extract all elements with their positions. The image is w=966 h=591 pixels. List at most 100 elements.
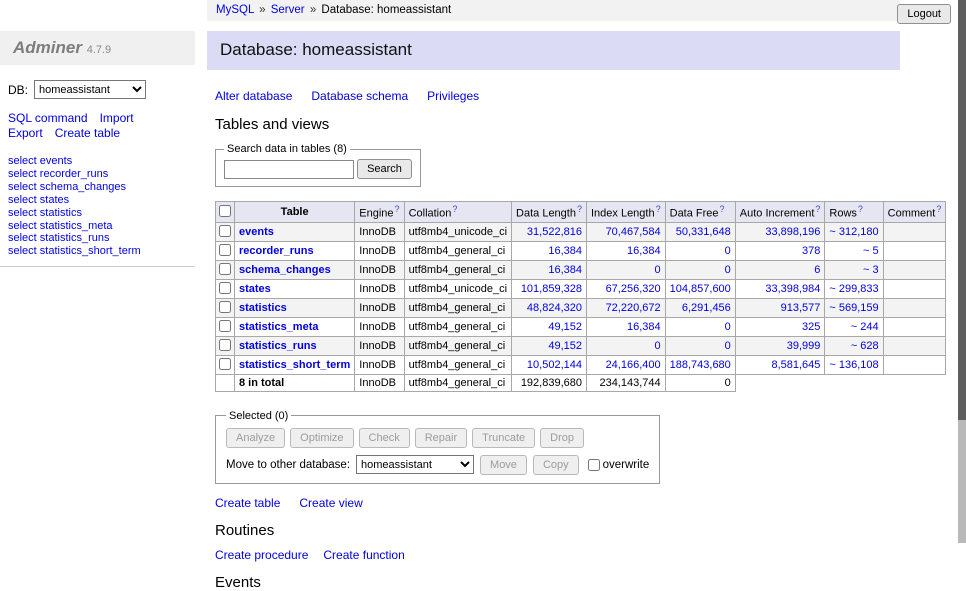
index-length-cell[interactable]: 24,166,400 xyxy=(586,355,665,374)
analyze-button[interactable]: Analyze xyxy=(226,428,285,448)
data-free-cell[interactable]: 0 xyxy=(665,260,735,279)
data-length-cell[interactable]: 31,522,816 xyxy=(512,222,587,241)
rows-count-cell[interactable]: ~ 244 xyxy=(825,317,883,336)
sidebar-select-statistics-runs[interactable]: select statistics_runs xyxy=(8,232,109,244)
drop-button[interactable]: Drop xyxy=(540,428,584,448)
rows-count-cell[interactable]: ~ 5 xyxy=(825,241,883,260)
data-free-cell[interactable]: 0 xyxy=(665,336,735,355)
data-length-cell[interactable]: 16,384 xyxy=(512,260,587,279)
help-icon[interactable]: ? xyxy=(858,204,863,214)
index-length-cell[interactable]: 72,220,672 xyxy=(586,298,665,317)
data-free-cell[interactable]: 188,743,680 xyxy=(665,355,735,374)
table-link[interactable]: statistics_meta xyxy=(239,321,319,333)
sidebar-select-recorder-runs[interactable]: select recorder_runs xyxy=(8,168,108,180)
help-icon[interactable]: ? xyxy=(720,204,725,214)
help-icon[interactable]: ? xyxy=(936,204,941,214)
help-icon[interactable]: ? xyxy=(395,204,400,214)
create-view-link[interactable]: Create view xyxy=(299,496,362,510)
index-length-cell[interactable]: 0 xyxy=(586,260,665,279)
scrollbar[interactable] xyxy=(958,0,966,543)
sidebar-select-statistics-meta[interactable]: select statistics_meta xyxy=(8,220,113,232)
auto-increment-cell[interactable]: 325 xyxy=(735,317,825,336)
privileges-link[interactable]: Privileges xyxy=(427,89,479,103)
rows-count-cell[interactable]: ~ 628 xyxy=(825,336,883,355)
search-button[interactable]: Search xyxy=(357,159,412,179)
auto-increment-cell[interactable]: 8,581,645 xyxy=(735,355,825,374)
auto-increment-cell[interactable]: 6 xyxy=(735,260,825,279)
sidebar-select-statistics[interactable]: select statistics xyxy=(8,207,82,219)
database-schema-link[interactable]: Database schema xyxy=(311,89,408,103)
index-length-cell[interactable]: 67,256,320 xyxy=(586,279,665,298)
data-length-cell[interactable]: 101,859,328 xyxy=(512,279,587,298)
sidebar-select-states[interactable]: select states xyxy=(8,194,69,206)
index-length-cell[interactable]: 0 xyxy=(586,336,665,355)
repair-button[interactable]: Repair xyxy=(415,428,467,448)
row-checkbox[interactable] xyxy=(219,358,231,370)
data-length-cell[interactable]: 16,384 xyxy=(512,241,587,260)
table-link[interactable]: statistics xyxy=(239,302,287,314)
import-link[interactable]: Import xyxy=(100,111,134,125)
data-free-cell[interactable]: 0 xyxy=(665,241,735,260)
create-function-link[interactable]: Create function xyxy=(323,548,404,562)
breadcrumb-mysql-link[interactable]: MySQL xyxy=(216,4,254,16)
data-free-cell[interactable]: 6,291,456 xyxy=(665,298,735,317)
help-icon[interactable]: ? xyxy=(452,204,457,214)
auto-increment-cell[interactable]: 33,898,196 xyxy=(735,222,825,241)
move-db-select[interactable]: homeassistant xyxy=(356,455,474,474)
overwrite-checkbox[interactable] xyxy=(588,459,600,471)
row-checkbox[interactable] xyxy=(219,320,231,332)
data-free-cell[interactable]: 50,331,648 xyxy=(665,222,735,241)
rows-count-cell[interactable]: ~ 569,159 xyxy=(825,298,883,317)
create-table-link[interactable]: Create table xyxy=(215,496,280,510)
db-select[interactable]: homeassistant xyxy=(34,80,146,99)
index-length-cell[interactable]: 16,384 xyxy=(586,241,665,260)
row-checkbox[interactable] xyxy=(219,244,231,256)
export-link[interactable]: Export xyxy=(8,126,43,140)
row-checkbox[interactable] xyxy=(219,225,231,237)
sql-command-link[interactable]: SQL command xyxy=(8,111,88,125)
sidebar-select-events[interactable]: select events xyxy=(8,155,72,167)
index-length-cell[interactable]: 70,467,584 xyxy=(586,222,665,241)
table-link[interactable]: recorder_runs xyxy=(239,245,314,257)
optimize-button[interactable]: Optimize xyxy=(290,428,353,448)
row-checkbox[interactable] xyxy=(219,282,231,294)
data-length-cell[interactable]: 10,502,144 xyxy=(512,355,587,374)
alter-database-link[interactable]: Alter database xyxy=(215,89,292,103)
data-free-cell[interactable]: 104,857,600 xyxy=(665,279,735,298)
data-length-cell[interactable]: 49,152 xyxy=(512,336,587,355)
logout-button[interactable]: Logout xyxy=(897,4,951,24)
move-button[interactable]: Move xyxy=(480,455,527,475)
row-checkbox[interactable] xyxy=(219,263,231,275)
help-icon[interactable]: ? xyxy=(577,204,582,214)
search-input[interactable] xyxy=(224,160,354,179)
data-length-cell[interactable]: 49,152 xyxy=(512,317,587,336)
create-procedure-link[interactable]: Create procedure xyxy=(215,548,308,562)
rows-count-cell[interactable]: ~ 136,108 xyxy=(825,355,883,374)
row-checkbox[interactable] xyxy=(219,301,231,313)
check-button[interactable]: Check xyxy=(359,428,410,448)
table-link[interactable]: states xyxy=(239,283,271,295)
copy-button[interactable]: Copy xyxy=(533,455,579,475)
sidebar-select-schema-changes[interactable]: select schema_changes xyxy=(8,181,126,193)
table-link[interactable]: statistics_runs xyxy=(239,340,317,352)
breadcrumb-server-link[interactable]: Server xyxy=(271,4,305,16)
index-length-cell[interactable]: 16,384 xyxy=(586,317,665,336)
row-checkbox[interactable] xyxy=(219,339,231,351)
truncate-button[interactable]: Truncate xyxy=(472,428,535,448)
data-free-cell[interactable]: 0 xyxy=(665,317,735,336)
rows-count-cell[interactable]: ~ 312,180 xyxy=(825,222,883,241)
data-length-cell[interactable]: 48,824,320 xyxy=(512,298,587,317)
scrollbar-thumb[interactable] xyxy=(958,0,966,420)
auto-increment-cell[interactable]: 913,577 xyxy=(735,298,825,317)
table-link[interactable]: events xyxy=(239,226,274,238)
sidebar-select-statistics-short-term[interactable]: select statistics_short_term xyxy=(8,245,141,257)
auto-increment-cell[interactable]: 33,398,984 xyxy=(735,279,825,298)
rows-count-cell[interactable]: ~ 299,833 xyxy=(825,279,883,298)
rows-count-cell[interactable]: ~ 3 xyxy=(825,260,883,279)
auto-increment-cell[interactable]: 378 xyxy=(735,241,825,260)
auto-increment-cell[interactable]: 39,999 xyxy=(735,336,825,355)
help-icon[interactable]: ? xyxy=(656,204,661,214)
table-link[interactable]: statistics_short_term xyxy=(239,359,350,371)
select-all-checkbox[interactable] xyxy=(219,205,231,217)
help-icon[interactable]: ? xyxy=(815,204,820,214)
